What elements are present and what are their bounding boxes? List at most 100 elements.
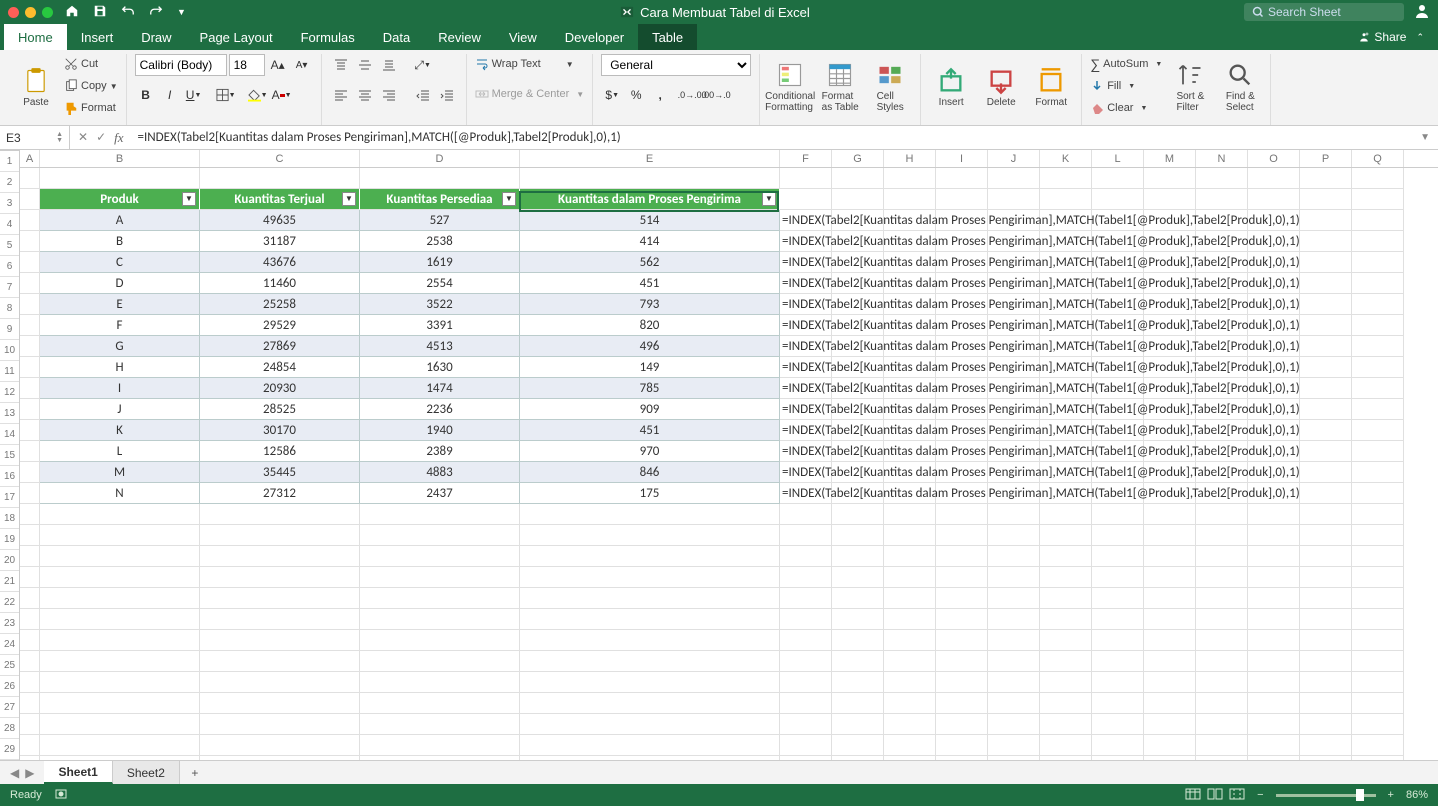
cell-A8[interactable] (20, 315, 40, 336)
cell-B17[interactable] (40, 504, 200, 525)
cell-C29[interactable] (200, 756, 360, 760)
cell-D29[interactable] (360, 756, 520, 760)
cell-L28[interactable] (1092, 735, 1144, 756)
cell-D26[interactable] (360, 693, 520, 714)
cell-B20[interactable] (40, 567, 200, 588)
cell-B9[interactable]: G (40, 336, 200, 357)
cell-E16[interactable]: 175 (520, 483, 780, 504)
cell-D22[interactable] (360, 609, 520, 630)
cell-Q14[interactable] (1352, 441, 1404, 462)
cell-Q25[interactable] (1352, 672, 1404, 693)
cell-M22[interactable] (1144, 609, 1196, 630)
cell-E7[interactable]: 793 (520, 294, 780, 315)
cell-G28[interactable] (832, 735, 884, 756)
cell-P17[interactable] (1300, 504, 1352, 525)
fx-icon[interactable]: fx (114, 130, 123, 146)
cell-E12[interactable]: 909 (520, 399, 780, 420)
cell-F20[interactable] (780, 567, 832, 588)
font-color-button[interactable]: A▼ (271, 84, 293, 106)
cell-Q27[interactable] (1352, 714, 1404, 735)
align-top-button[interactable] (330, 54, 352, 76)
cell-Q15[interactable] (1352, 462, 1404, 483)
cell-I28[interactable] (936, 735, 988, 756)
cell-F29[interactable] (780, 756, 832, 760)
cell-L29[interactable] (1092, 756, 1144, 760)
cell-D11[interactable]: 1474 (360, 378, 520, 399)
cell-K23[interactable] (1040, 630, 1092, 651)
cell-E10[interactable]: 149 (520, 357, 780, 378)
format-as-table-button[interactable]: Format as Table (818, 54, 862, 120)
cell-H22[interactable] (884, 609, 936, 630)
cell-C25[interactable] (200, 672, 360, 693)
cell-C5[interactable]: 43676 (200, 252, 360, 273)
cell-E19[interactable] (520, 546, 780, 567)
cell-P6[interactable] (1300, 273, 1352, 294)
align-middle-button[interactable] (354, 54, 376, 76)
col-header-E[interactable]: E (520, 150, 780, 167)
cell-A24[interactable] (20, 651, 40, 672)
cell-D18[interactable] (360, 525, 520, 546)
cell-M27[interactable] (1144, 714, 1196, 735)
cell-N24[interactable] (1196, 651, 1248, 672)
cell-B29[interactable] (40, 756, 200, 760)
cell-O20[interactable] (1248, 567, 1300, 588)
cell-E13[interactable]: 451 (520, 420, 780, 441)
cell-P18[interactable] (1300, 525, 1352, 546)
col-header-H[interactable]: H (884, 150, 936, 167)
cell-D1[interactable] (360, 168, 520, 189)
clear-button[interactable]: Clear▼ (1090, 98, 1162, 118)
cell-E1[interactable] (520, 168, 780, 189)
tab-insert[interactable]: Insert (67, 24, 128, 50)
name-box[interactable]: E3▲▼ (0, 126, 70, 149)
cell-G21[interactable] (832, 588, 884, 609)
cell-H1[interactable] (884, 168, 936, 189)
sort-filter-button[interactable]: Sort & Filter (1168, 54, 1212, 120)
cell-F27[interactable] (780, 714, 832, 735)
cell-J29[interactable] (988, 756, 1040, 760)
cell-G19[interactable] (832, 546, 884, 567)
cancel-formula-icon[interactable]: ✕ (78, 130, 88, 146)
cell-E15[interactable]: 846 (520, 462, 780, 483)
cell-Q5[interactable] (1352, 252, 1404, 273)
cell-M19[interactable] (1144, 546, 1196, 567)
cell-O2[interactable] (1248, 189, 1300, 210)
italic-button[interactable]: I (159, 84, 181, 106)
cell-G20[interactable] (832, 567, 884, 588)
cell-C7[interactable]: 25258 (200, 294, 360, 315)
cell-E25[interactable] (520, 672, 780, 693)
col-header-G[interactable]: G (832, 150, 884, 167)
cell-K22[interactable] (1040, 609, 1092, 630)
tab-page-layout[interactable]: Page Layout (186, 24, 287, 50)
window-minimize-button[interactable] (25, 7, 36, 18)
cell-J19[interactable] (988, 546, 1040, 567)
cell-L18[interactable] (1092, 525, 1144, 546)
cell-B6[interactable]: D (40, 273, 200, 294)
prev-sheet-icon[interactable]: ◀ (10, 766, 19, 780)
cell-L22[interactable] (1092, 609, 1144, 630)
add-sheet-button[interactable]: + (180, 761, 210, 784)
cell-B14[interactable]: L (40, 441, 200, 462)
cut-button[interactable]: Cut (64, 54, 118, 74)
cell-D21[interactable] (360, 588, 520, 609)
cell-A26[interactable] (20, 693, 40, 714)
cell-O27[interactable] (1248, 714, 1300, 735)
cell-J23[interactable] (988, 630, 1040, 651)
cell-P3[interactable] (1300, 210, 1352, 231)
sheet-tab-sheet2[interactable]: Sheet2 (113, 761, 180, 784)
cell-F26[interactable] (780, 693, 832, 714)
orientation-button[interactable]: ⤢▼ (412, 54, 434, 76)
cell-O28[interactable] (1248, 735, 1300, 756)
cell-D15[interactable]: 4883 (360, 462, 520, 483)
conditional-formatting-button[interactable]: Conditional Formatting (768, 54, 812, 120)
col-header-I[interactable]: I (936, 150, 988, 167)
cell-D4[interactable]: 2538 (360, 231, 520, 252)
cell-J20[interactable] (988, 567, 1040, 588)
cell-A13[interactable] (20, 420, 40, 441)
cell-M28[interactable] (1144, 735, 1196, 756)
cell-N21[interactable] (1196, 588, 1248, 609)
tab-review[interactable]: Review (424, 24, 495, 50)
cell-E29[interactable] (520, 756, 780, 760)
cell-C1[interactable] (200, 168, 360, 189)
cell-A19[interactable] (20, 546, 40, 567)
cell-F25[interactable] (780, 672, 832, 693)
